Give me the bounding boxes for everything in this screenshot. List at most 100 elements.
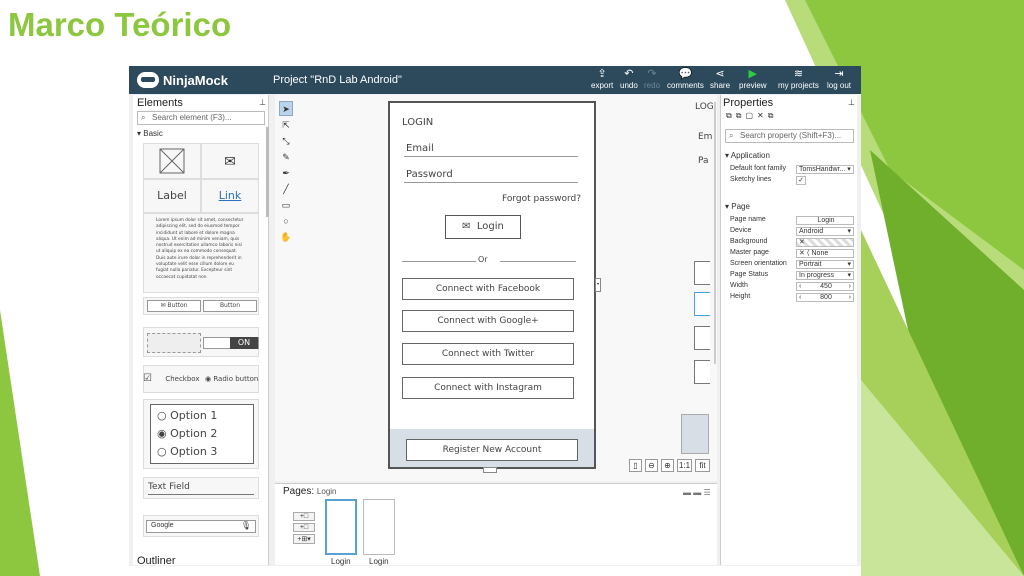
zoom-out-icon[interactable]: ⊖ — [645, 459, 658, 472]
ellipse-tool-icon[interactable]: ○ — [279, 213, 293, 228]
width-stepper[interactable]: ‹ 450 › — [796, 282, 854, 291]
mockup-facebook-button[interactable]: Connect with Facebook — [402, 278, 574, 300]
duplicate-icon[interactable]: ▢ — [745, 111, 753, 121]
toggle-element[interactable]: ON — [203, 337, 259, 349]
orientation-select[interactable]: Portrait ▾ — [796, 260, 854, 269]
textbox-element[interactable] — [147, 333, 201, 353]
link-element[interactable]: Link — [201, 179, 259, 213]
search-icon: ⌕ — [141, 113, 146, 122]
chevron-left-icon[interactable]: ‹ — [799, 294, 801, 301]
page-thumbnail-label: Login — [369, 557, 389, 566]
pin-icon[interactable]: ⊥ — [259, 98, 266, 107]
chevron-right-icon[interactable]: › — [849, 294, 851, 301]
height-stepper[interactable]: ‹ 800 › — [796, 293, 854, 302]
outliner-title[interactable]: Outliner — [137, 555, 176, 566]
page-section[interactable]: ▾ Page — [725, 202, 750, 211]
elements-scrollbar[interactable] — [266, 127, 269, 217]
add-page-button[interactable]: +□ — [293, 512, 315, 521]
device-icon[interactable]: ▯ — [629, 459, 642, 472]
delete-icon[interactable]: ✕ — [757, 111, 764, 121]
background-color-picker[interactable]: ✕ — [796, 238, 854, 247]
canvas-scrollbar[interactable] — [714, 102, 716, 364]
search-field-element[interactable]: Google 🎙 — [143, 515, 259, 537]
rectangle-tool-icon[interactable]: ▭ — [279, 197, 293, 212]
project-title: Project "RnD Lab Android" — [273, 74, 402, 86]
my-projects-label: my projects — [778, 81, 819, 90]
preview-button[interactable]: ▶ preview — [739, 68, 767, 92]
radio-element[interactable]: ◉ Radio button — [205, 375, 258, 383]
pin-icon[interactable]: ⊥ — [848, 98, 855, 107]
group-basic[interactable]: ▾ Basic — [137, 129, 163, 138]
option-2[interactable]: ◉ Option 2 — [157, 427, 217, 440]
line-tool-icon[interactable]: ╱ — [279, 181, 293, 196]
button-with-icon-element[interactable]: ✉ Button — [147, 300, 201, 312]
prop-font-select[interactable]: TomsHandwr... ▾ — [796, 165, 854, 174]
add-master-button[interactable]: +⊞▾ — [293, 534, 315, 544]
page-thumbnail-login[interactable] — [325, 499, 357, 555]
next-page-ghost-box — [694, 292, 710, 316]
prop-label: Screen orientation — [730, 260, 787, 267]
mockup-google-button[interactable]: Connect with Google+ — [402, 310, 574, 332]
mockup-instagram-button[interactable]: Connect with Instagram — [402, 377, 574, 399]
resize-handle-bottom[interactable] — [483, 467, 497, 473]
master-page-select[interactable]: ✕ ⟨ None — [796, 249, 854, 258]
text-field-element[interactable]: Text Field — [143, 477, 259, 499]
label-element[interactable]: Label — [143, 179, 201, 213]
property-search-input[interactable]: ⌕ Search property (Shift+F3)... — [725, 129, 854, 143]
device-select[interactable]: Android ▾ — [796, 227, 854, 236]
mockup-login-button[interactable]: ✉ Login — [445, 215, 521, 239]
mockup-or: Or — [478, 255, 488, 264]
undo-button[interactable]: ↶ undo — [620, 68, 638, 92]
layers-icon: ≋ — [793, 68, 804, 80]
toggle-label: ON — [230, 337, 258, 349]
sketchy-lines-checkbox[interactable]: ✓ — [796, 176, 806, 185]
zoom-in-icon[interactable]: ⊕ — [661, 459, 674, 472]
direct-select-tool-icon[interactable]: ⇱ — [279, 117, 293, 132]
transform-tool-icon[interactable]: ⤡ — [279, 133, 293, 148]
paste-icon[interactable]: ⧉ — [736, 111, 742, 121]
mockup-forgot-password[interactable]: Forgot password? — [502, 194, 581, 204]
share-button[interactable]: ⋖ share — [710, 68, 730, 92]
clone-icon[interactable]: ⧉ — [768, 111, 774, 121]
search-icon: ⌕ — [729, 131, 734, 140]
chevron-right-icon[interactable]: › — [849, 283, 851, 290]
element-search-input[interactable]: ⌕ Search element (F3)... — [137, 111, 265, 125]
page-name-input[interactable]: Login — [796, 216, 854, 225]
redo-label: redo — [644, 81, 661, 90]
phone-mockup[interactable]: LOGIN Email Password Forgot password? ✉ … — [388, 101, 596, 469]
ninjamock-logo[interactable]: NinjaMock — [137, 71, 228, 89]
icon-element[interactable]: ✉ — [201, 143, 259, 179]
next-page-ghost-title: LOG — [695, 102, 714, 112]
zoom-1to1-button[interactable]: 1:1 — [677, 459, 692, 472]
redo-button[interactable]: ↷ redo — [644, 68, 660, 92]
button1-label: Button — [167, 302, 188, 309]
image-element[interactable] — [143, 143, 201, 179]
export-button[interactable]: ⇪ export — [591, 68, 613, 92]
envelope-icon: ✉ — [224, 153, 236, 169]
application-section[interactable]: ▾ Application — [725, 151, 770, 160]
copy-icon[interactable]: ⧉ — [726, 111, 732, 121]
resize-handle-right[interactable]: • — [595, 278, 601, 292]
page-thumbnail-login-2[interactable] — [363, 499, 395, 555]
option-3[interactable]: ○ Option 3 — [157, 445, 217, 458]
my-projects-button[interactable]: ≋ my projects — [778, 68, 819, 92]
search-field-text: Google — [151, 522, 174, 529]
button-element[interactable]: Button — [203, 300, 257, 312]
pages-panel-controls[interactable]: ▬ ▬ ☰ — [683, 488, 711, 497]
mockup-register-button[interactable]: Register New Account — [406, 439, 578, 461]
comments-button[interactable]: 💬 comments — [667, 68, 704, 92]
log-out-button[interactable]: ⇥ log out — [827, 68, 851, 92]
option-1[interactable]: ○ Option 1 — [157, 409, 217, 422]
radio-group-element[interactable]: ○ Option 1 ◉ Option 2 ○ Option 3 — [143, 399, 259, 469]
hand-tool-icon[interactable]: ✋ — [279, 229, 293, 244]
pencil-tool-icon[interactable]: ✎ — [279, 149, 293, 164]
zoom-fit-button[interactable]: fit — [695, 459, 710, 472]
chevron-left-icon[interactable]: ‹ — [799, 283, 801, 290]
add-folder-button[interactable]: +□ — [293, 523, 315, 532]
pen-tool-icon[interactable]: ✒ — [279, 165, 293, 180]
mockup-twitter-button[interactable]: Connect with Twitter — [402, 343, 574, 365]
select-tool-icon[interactable]: ➤ — [279, 101, 293, 116]
page-status-select[interactable]: In progress ▾ — [796, 271, 854, 280]
paragraph-element[interactable]: Lorem ipsum dolor sit amet, consectetur … — [143, 213, 259, 293]
checkbox-element[interactable]: ☑ Checkbox — [143, 373, 200, 384]
